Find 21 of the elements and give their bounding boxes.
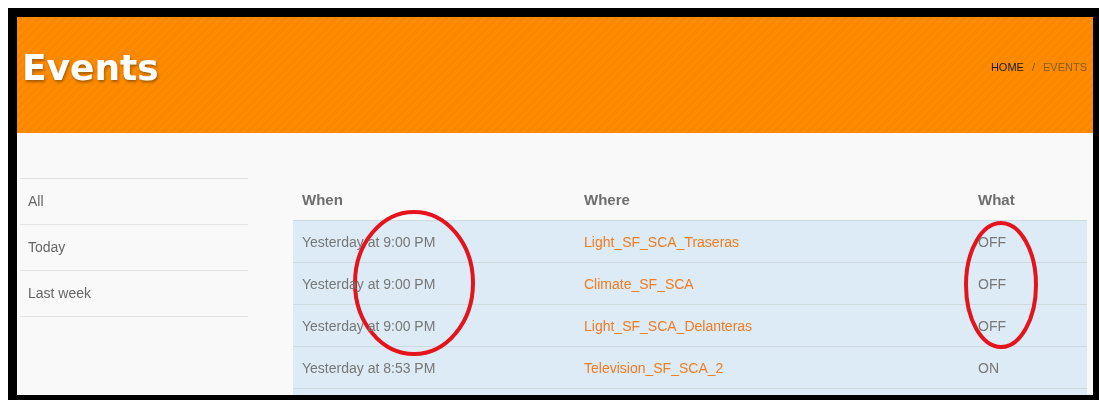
table-cell-text: ON	[978, 359, 1000, 376]
column-header: Where	[584, 190, 631, 208]
device-link[interactable]: Climate_SF_SCA	[584, 275, 978, 292]
column-header: What	[978, 190, 1016, 208]
table-cell-text: Yesterday at 9:00 PM	[301, 233, 437, 250]
breadcrumb-separator: /	[1031, 61, 1035, 73]
breadcrumb-link[interactable]: EVENTS	[1043, 61, 1087, 73]
table-cell-text: OFF	[978, 233, 1007, 250]
sidebar-item[interactable]: All	[20, 179, 248, 225]
page-title: Events	[22, 46, 159, 88]
table-cell-text: Yesterday at 9:00 PM	[301, 317, 437, 334]
table-cell-text: Yesterday at 8:53 PM	[301, 359, 437, 376]
column-header: When	[301, 190, 344, 208]
table-cell-text: OFF	[978, 317, 1007, 334]
sidebar-item[interactable]: Today	[20, 225, 248, 271]
device-link[interactable]: Television_SF_SCA_2	[584, 359, 978, 376]
breadcrumb-link[interactable]: HOME	[990, 61, 1024, 73]
table-cell-text: OFF	[978, 275, 1007, 292]
device-link[interactable]: Light_SF_SCA_Delanteras	[584, 317, 978, 334]
device-link[interactable]: Light_SF_SCA_Traseras	[584, 233, 978, 250]
sidebar-item[interactable]: Last week	[20, 271, 248, 317]
